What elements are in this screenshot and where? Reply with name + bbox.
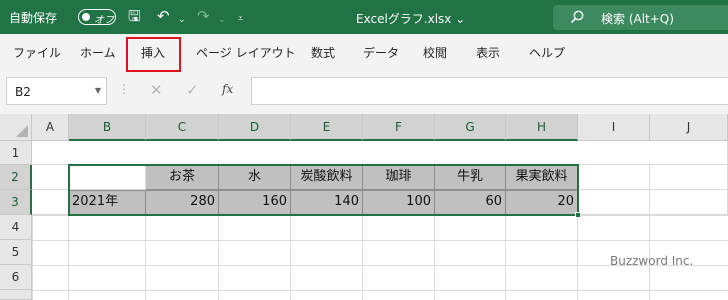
- column-header-d[interactable]: D: [219, 114, 291, 141]
- column-header-g[interactable]: G: [435, 114, 506, 141]
- tab-file[interactable]: ファイル: [13, 44, 61, 61]
- cell-b3[interactable]: 2021年: [69, 190, 146, 215]
- redo-dropdown-icon[interactable]: ⌄: [218, 11, 226, 29]
- insert-function-button[interactable]: fx: [222, 82, 233, 96]
- row-header-3[interactable]: 3: [0, 190, 32, 215]
- tab-data[interactable]: データ: [363, 44, 399, 61]
- ribbon-tabs: ファイル ホーム 挿入 ページ レイアウト 数式 データ 校閲 表示 ヘルプ: [0, 34, 728, 72]
- column-header-i[interactable]: I: [578, 114, 650, 141]
- name-box-dropdown-icon[interactable]: ▼: [95, 86, 101, 95]
- formula-bar-grip-icon[interactable]: ⋮: [118, 82, 130, 96]
- gridline: [577, 215, 578, 300]
- cell-j2[interactable]: [650, 165, 728, 190]
- tab-formulas[interactable]: 数式: [311, 44, 335, 61]
- search-icon: [570, 10, 584, 24]
- fill-handle[interactable]: [575, 212, 581, 218]
- tab-help[interactable]: ヘルプ: [529, 44, 565, 61]
- insert-tab-highlight: [126, 37, 181, 72]
- column-header-f[interactable]: F: [363, 114, 435, 141]
- row-header-6[interactable]: 6: [0, 265, 32, 290]
- cell-g3[interactable]: 60: [435, 190, 506, 215]
- gridline: [145, 215, 146, 300]
- cell-b2[interactable]: [69, 165, 146, 190]
- row-header-5[interactable]: 5: [0, 240, 32, 265]
- title-bar: 自動保存 オフ 🖫 ↶ ⌄ ↷ ⌄ ⩡ Excelグラフ.xlsx ⌄ 検索 (…: [0, 0, 728, 34]
- autosave-toggle[interactable]: オフ: [78, 9, 116, 26]
- select-all-corner[interactable]: [0, 114, 32, 141]
- gridline: [505, 215, 506, 300]
- cell-g2[interactable]: 牛乳: [435, 165, 506, 190]
- cell-f2[interactable]: 珈琲: [363, 165, 435, 190]
- enter-icon[interactable]: ✓: [186, 81, 199, 99]
- search-placeholder: 検索 (Alt+Q): [601, 12, 674, 26]
- name-box-value: B2: [15, 85, 31, 99]
- gridline: [218, 215, 219, 300]
- cell-d2[interactable]: 水: [219, 165, 291, 190]
- name-box[interactable]: B2 ▼: [6, 77, 107, 105]
- cell-f3[interactable]: 100: [363, 190, 435, 215]
- cell-j3[interactable]: [650, 190, 728, 215]
- gridline: [362, 215, 363, 300]
- cell-e2[interactable]: 炭酸飲料: [291, 165, 363, 190]
- search-box[interactable]: 検索 (Alt+Q): [553, 5, 728, 30]
- cell-d3[interactable]: 160: [219, 190, 291, 215]
- cell-e3[interactable]: 140: [291, 190, 363, 215]
- column-header-e[interactable]: E: [291, 114, 363, 141]
- tab-view[interactable]: 表示: [476, 44, 500, 61]
- gridline: [68, 215, 69, 300]
- cancel-icon[interactable]: ✕: [150, 81, 163, 99]
- cell-a3[interactable]: [32, 190, 69, 215]
- formula-input[interactable]: [251, 77, 728, 105]
- document-title[interactable]: Excelグラフ.xlsx ⌄: [356, 10, 465, 27]
- row-header-4[interactable]: 4: [0, 215, 32, 240]
- tab-home[interactable]: ホーム: [80, 44, 116, 61]
- row-header-7[interactable]: [0, 290, 32, 300]
- column-header-h[interactable]: H: [506, 114, 578, 141]
- cell-c2[interactable]: お茶: [146, 165, 219, 190]
- undo-dropdown-icon[interactable]: ⌄: [178, 11, 186, 29]
- toggle-knob: [82, 13, 90, 21]
- column-header-a[interactable]: A: [32, 114, 69, 141]
- gridline: [434, 215, 435, 300]
- column-header-b[interactable]: B: [69, 114, 146, 141]
- tab-page-layout[interactable]: ページ レイアウト: [196, 44, 296, 61]
- watermark: Buzzword Inc.: [610, 254, 694, 268]
- cell-i3[interactable]: [578, 190, 650, 215]
- autosave-label: 自動保存: [9, 11, 58, 25]
- column-header-j[interactable]: J: [650, 114, 728, 141]
- gridline: [290, 215, 291, 300]
- row-header-1[interactable]: 1: [0, 141, 32, 165]
- undo-icon[interactable]: ↶: [157, 7, 170, 25]
- cell-h3[interactable]: 20: [506, 190, 578, 215]
- redo-icon[interactable]: ↷: [197, 7, 210, 25]
- cell-a2[interactable]: [32, 165, 69, 190]
- customize-toolbar-icon[interactable]: ⩡: [238, 10, 243, 28]
- worksheet-grid[interactable]: A B C D E F G H I J 1 2 3 4 5 6 お茶 水 炭酸飲…: [0, 114, 728, 300]
- cell-c3[interactable]: 280: [146, 190, 219, 215]
- tab-review[interactable]: 校閲: [423, 44, 447, 61]
- column-header-c[interactable]: C: [146, 114, 219, 141]
- cell-h2[interactable]: 果実飲料: [506, 165, 578, 190]
- formula-bar: B2 ▼ ⋮ ✕ ✓ fx: [0, 72, 728, 114]
- row-header-2[interactable]: 2: [0, 165, 32, 190]
- save-icon[interactable]: 🖫: [128, 7, 141, 25]
- cell-i2[interactable]: [578, 165, 650, 190]
- autosave-state: オフ: [94, 15, 114, 26]
- row-1-cells[interactable]: [32, 141, 728, 165]
